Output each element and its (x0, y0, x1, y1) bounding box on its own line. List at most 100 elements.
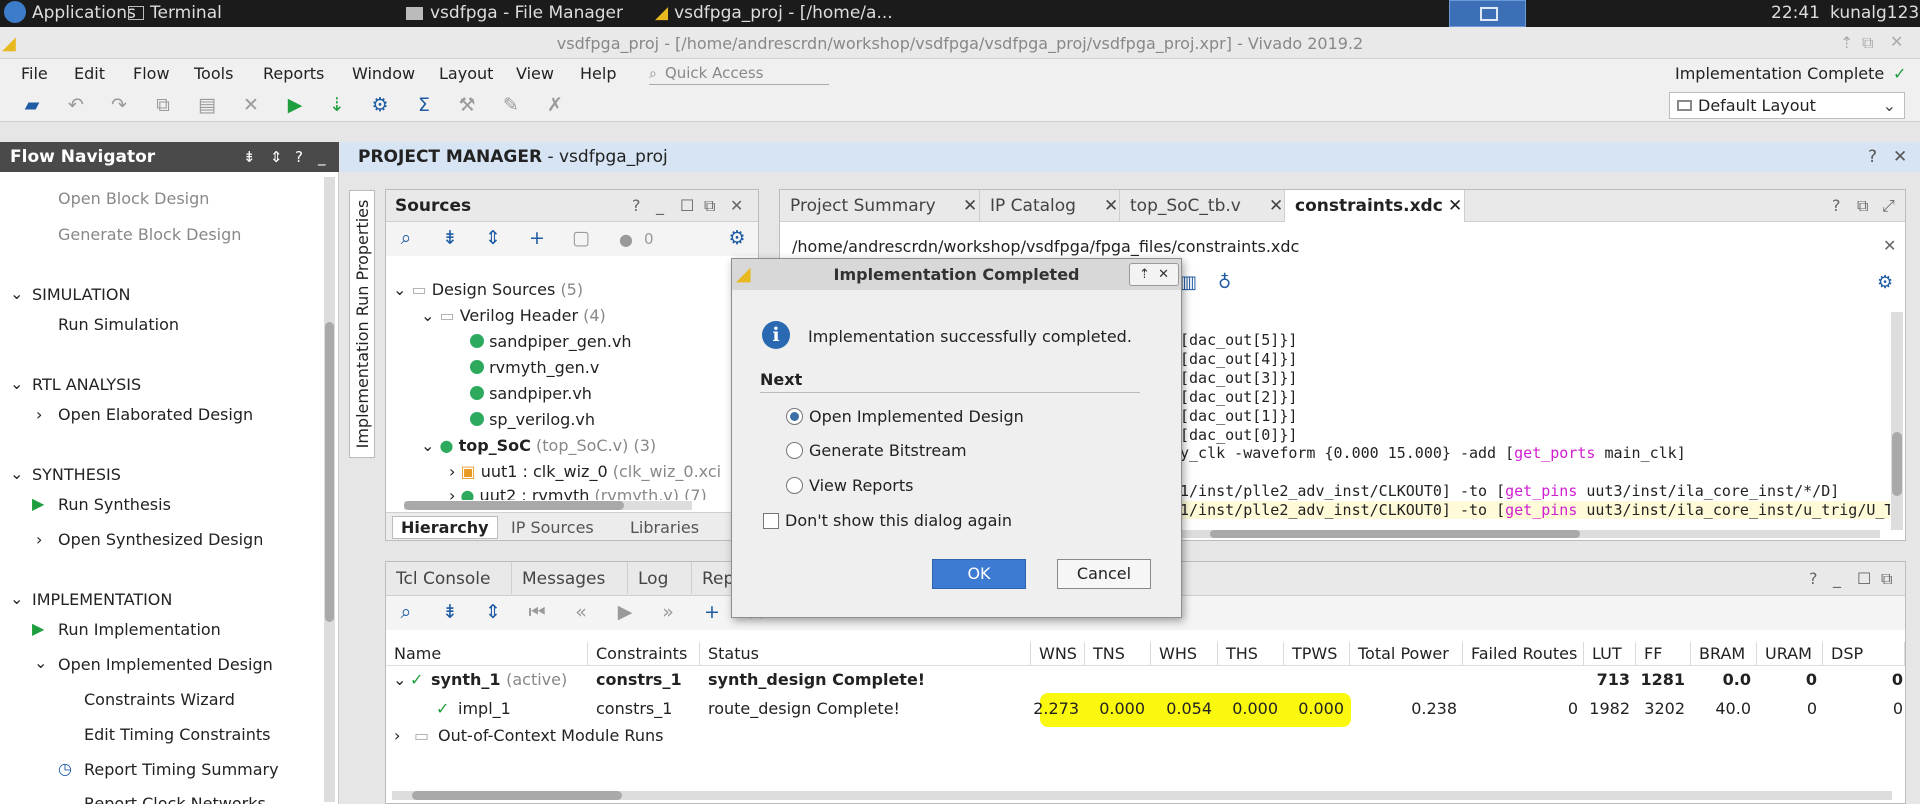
settings-icon[interactable]: ⚙ (725, 226, 749, 250)
option-open-implemented[interactable]: Open Implemented Design (786, 407, 1024, 426)
close-icon[interactable]: ✕ (1448, 190, 1462, 222)
workspace-switcher[interactable] (1449, 0, 1526, 27)
col-status[interactable]: Status (700, 642, 1031, 666)
help-icon[interactable]: ? (1809, 569, 1818, 588)
close-icon[interactable]: ✕ (730, 196, 743, 215)
ok-button[interactable]: OK (932, 559, 1026, 589)
chevron-right-icon[interactable]: › (36, 405, 42, 424)
col-ff[interactable]: FF (1636, 642, 1691, 666)
taskbar-vivado[interactable]: ◢ vsdfpga_proj - [/home/a... (655, 0, 893, 27)
close-icon[interactable]: ✕ (1269, 190, 1283, 222)
settings-icon[interactable]: ⚙ (1877, 272, 1893, 293)
taskbar-terminal[interactable]: Terminal (128, 0, 222, 27)
undo-icon[interactable]: ↶ (64, 93, 88, 117)
next-icon[interactable]: » (656, 600, 680, 624)
expand-all-icon[interactable]: ⇕ (481, 600, 505, 624)
radio-selected[interactable] (786, 408, 803, 425)
col-whs[interactable]: WHS (1151, 642, 1218, 666)
col-wns[interactable]: WNS (1031, 642, 1085, 666)
chevron-right-icon[interactable]: › (36, 530, 42, 549)
tab-constraints[interactable]: constraints.xdc ✕ (1285, 190, 1465, 222)
menu-flow[interactable]: Flow (133, 59, 170, 89)
checkbox[interactable] (763, 513, 779, 529)
close-icon[interactable]: ✕ (1104, 190, 1118, 222)
quick-access-input[interactable]: ⌕ Quick Access (649, 63, 829, 85)
applications-menu[interactable]: Applications (4, 0, 136, 27)
program-icon[interactable]: ⇣ (325, 93, 349, 117)
help-icon[interactable]: ? (1832, 196, 1841, 215)
close-icon[interactable]: ✕ (1158, 267, 1169, 282)
add-icon[interactable]: + (700, 600, 724, 624)
tab-hierarchy[interactable]: Hierarchy (392, 516, 498, 539)
dialog-up-icon[interactable]: ⇡ (1139, 267, 1150, 282)
chevron-down-icon[interactable]: ⌄ (10, 464, 23, 483)
settings-icon[interactable]: ⚙ (368, 93, 392, 117)
col-tns[interactable]: TNS (1085, 642, 1151, 666)
chevron-down-icon[interactable]: ⌄ (10, 589, 23, 608)
menu-reports[interactable]: Reports (263, 59, 324, 89)
menu-layout[interactable]: Layout (439, 59, 493, 89)
nav-report-timing[interactable]: Report Timing Summary (84, 760, 279, 779)
table-row-ooc[interactable]: › ▭ Out-of-Context Module Runs (386, 724, 1905, 750)
minimize-icon[interactable]: _ (1833, 569, 1841, 588)
col-dsp[interactable]: DSP (1823, 642, 1905, 666)
chevron-right-icon[interactable]: › (394, 724, 400, 748)
dont-show-checkbox[interactable]: Don't show this dialog again (763, 511, 1012, 530)
chevron-down-icon[interactable]: ⌄ (10, 374, 23, 393)
col-total-power[interactable]: Total Power (1350, 642, 1463, 666)
col-tpws[interactable]: TPWS (1284, 642, 1350, 666)
tree-file[interactable]: sandpiper_gen.vh (470, 332, 632, 351)
run-icon[interactable]: ▶ (283, 93, 307, 117)
nav-generate-block-design[interactable]: Generate Block Design (58, 225, 241, 244)
nav-run-synthesis[interactable]: Run Synthesis (58, 495, 171, 514)
window-close-icon[interactable]: ✕ (1890, 32, 1903, 51)
float-icon[interactable]: ⧉ (1857, 196, 1868, 216)
add-icon[interactable]: + (525, 226, 549, 250)
bulb-icon[interactable]: ♁ (1218, 272, 1231, 293)
menu-edit[interactable]: Edit (74, 59, 105, 89)
tree-top-soc[interactable]: ⌄ ● top_SoC (top_SoC.v) (3) (421, 436, 656, 455)
close-icon[interactable]: ✕ (1883, 236, 1896, 255)
columns-icon[interactable]: ▥ (1180, 272, 1197, 293)
col-failed-routes[interactable]: Failed Routes (1463, 642, 1584, 666)
tab-ip-sources[interactable]: IP Sources (511, 516, 594, 539)
collapse-all-icon[interactable]: ⇟ (438, 600, 462, 624)
tab-messages[interactable]: Messages (512, 562, 628, 594)
tree-file[interactable]: sp_verilog.vh (470, 410, 595, 429)
float-icon[interactable]: ⧉ (704, 196, 715, 216)
run-icon[interactable]: ▶ (613, 600, 637, 624)
nav-scroll-thumb[interactable] (325, 322, 334, 622)
collapse-all-icon[interactable]: ⇟ (243, 142, 256, 172)
nav-edit-timing[interactable]: Edit Timing Constraints (84, 725, 271, 744)
nav-section-simulation[interactable]: SIMULATION (32, 285, 130, 304)
runs-hscrollbar[interactable] (392, 791, 1892, 800)
menu-file[interactable]: File (21, 59, 48, 89)
tree-file[interactable]: sandpiper.vh (470, 384, 592, 403)
col-uram[interactable]: URAM (1757, 642, 1823, 666)
cancel-button[interactable]: Cancel (1057, 559, 1151, 589)
tab-log[interactable]: Log (628, 562, 692, 594)
pen-icon[interactable]: ✎ (499, 93, 523, 117)
sources-hscrollbar[interactable] (404, 501, 692, 510)
tab-libraries[interactable]: Libraries (630, 516, 699, 539)
chevron-down-icon[interactable]: ⌄ (393, 668, 406, 692)
menu-help[interactable]: Help (580, 59, 616, 89)
col-lut[interactable]: LUT (1584, 642, 1636, 666)
tree-verilog-header[interactable]: ⌄ ▭ Verilog Header (4) (421, 306, 606, 325)
previous-icon[interactable]: « (569, 600, 593, 624)
minimize-icon[interactable]: _ (656, 196, 664, 215)
maximize-icon[interactable]: ☐ (1857, 569, 1871, 588)
copy-icon[interactable]: ⧉ (151, 93, 175, 117)
tab-top-soc-tb[interactable]: top_SoC_tb.v ✕ (1120, 190, 1285, 222)
col-constraints[interactable]: Constraints (588, 642, 700, 666)
nav-open-block-design[interactable]: Open Block Design (58, 189, 209, 208)
expand-all-icon[interactable]: ⇕ (481, 226, 505, 250)
tree-file[interactable]: rvmyth_gen.v (470, 358, 599, 377)
nav-run-simulation[interactable]: Run Simulation (58, 315, 179, 334)
tree-design-sources[interactable]: ⌄ ▭ Design Sources (5) (393, 280, 583, 299)
window-up-icon[interactable]: ⇡ (1840, 33, 1853, 52)
help-icon[interactable]: ? (1868, 142, 1877, 172)
tools-icon[interactable]: ✗ (543, 93, 567, 117)
radio[interactable] (786, 477, 803, 494)
collapse-all-icon[interactable]: ⇟ (438, 226, 462, 250)
